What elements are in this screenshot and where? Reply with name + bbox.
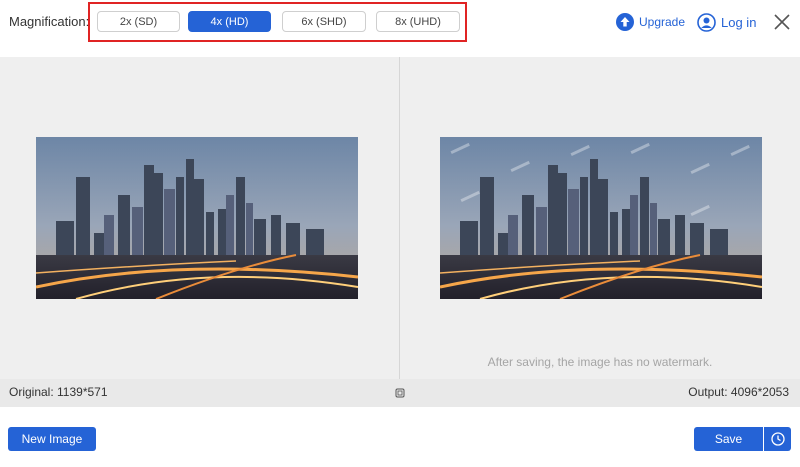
magnification-label: Magnification: bbox=[9, 14, 90, 29]
magnification-4x-button[interactable]: 4x (HD) bbox=[188, 11, 271, 32]
original-size: Original: 1139*571 bbox=[9, 385, 108, 399]
enhanced-image-preview bbox=[440, 137, 762, 299]
compare-toggle-icon[interactable] bbox=[395, 388, 405, 398]
magnification-2x-button[interactable]: 2x (SD) bbox=[97, 11, 180, 32]
panel-divider bbox=[399, 57, 400, 379]
magnification-8x-button[interactable]: 8x (UHD) bbox=[376, 11, 460, 32]
upgrade-label: Upgrade bbox=[639, 15, 686, 29]
status-bar: Original: 1139*571 Output: 4096*2053 bbox=[0, 379, 800, 407]
magnification-6x-button[interactable]: 6x (SHD) bbox=[282, 11, 366, 32]
original-image bbox=[36, 137, 358, 299]
watermark-note: After saving, the image has no watermark… bbox=[487, 355, 713, 369]
upgrade-link[interactable]: Upgrade bbox=[616, 12, 685, 32]
upload-arrow-icon bbox=[616, 13, 634, 31]
close-icon[interactable] bbox=[773, 13, 791, 31]
login-label: Log in bbox=[721, 14, 757, 30]
save-button[interactable]: Save bbox=[694, 427, 763, 451]
history-button[interactable] bbox=[764, 427, 791, 451]
login-link[interactable]: Log in bbox=[697, 12, 756, 32]
compare-area: After saving, the image has no watermark… bbox=[0, 57, 800, 379]
output-size: Output: 4096*2053 bbox=[688, 385, 789, 399]
toolbar: Magnification: 2x (SD) 4x (HD) 6x (SHD) … bbox=[0, 0, 800, 57]
new-image-button[interactable]: New Image bbox=[8, 427, 96, 451]
user-icon bbox=[697, 12, 716, 32]
clock-icon bbox=[770, 432, 785, 446]
